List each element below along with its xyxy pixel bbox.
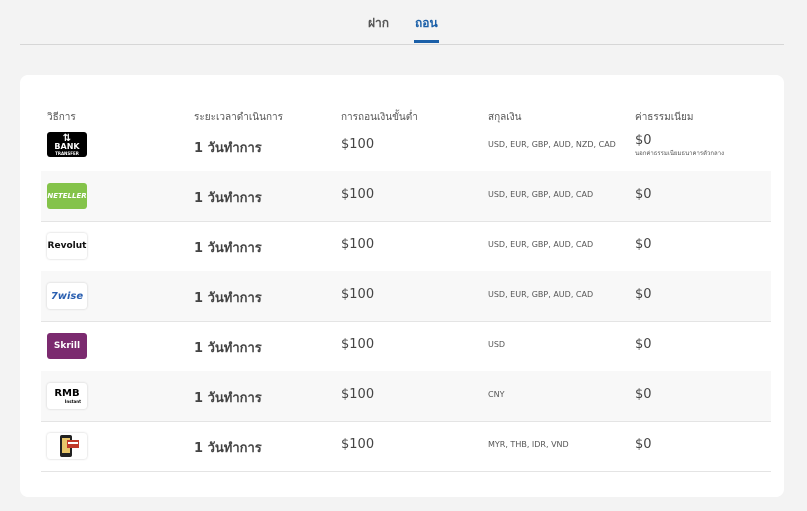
fee: $0 — [635, 187, 652, 202]
currencies: MYR, THB, IDR, VND — [488, 440, 569, 449]
min-withdrawal: $100 — [341, 437, 375, 452]
fee: $0 — [635, 337, 652, 352]
rmb-logo-text: RMB — [54, 387, 80, 399]
processing-time: 1 วันทำการ — [194, 391, 262, 406]
currencies: USD, EUR, GBP, AUD, NZD, CAD — [488, 140, 616, 149]
table-row: RMB Instant 1 วันทำการ $100 CNY $0 — [41, 371, 771, 422]
min-withdrawal: $100 — [341, 337, 375, 352]
min-withdrawal: $100 — [341, 187, 375, 202]
revolut-logo: Revolut — [47, 233, 87, 259]
processing-time: 1 วันทำการ — [194, 191, 262, 206]
wise-logo: 7wise — [47, 283, 87, 309]
currencies: CNY — [488, 390, 505, 399]
table-row: Revolut 1 วันทำการ $100 USD, EUR, GBP, A… — [41, 221, 771, 272]
table-row: NETELLER 1 วันทำการ $100 USD, EUR, GBP, … — [41, 171, 771, 222]
rmb-instant-logo: RMB Instant — [47, 383, 87, 409]
currencies: USD, EUR, GBP, AUD, CAD — [488, 190, 594, 199]
mobile-phone-icon — [60, 435, 79, 457]
tab-withdraw[interactable]: ถอน — [414, 14, 439, 43]
min-withdrawal: $100 — [341, 387, 375, 402]
bank-logo-subtext: TRANSFER — [55, 150, 79, 156]
tab-bar: ฝาก ถอน — [20, 0, 784, 45]
skrill-logo: Skrill — [47, 333, 87, 359]
table-row: ⇅ BANK TRANSFER 1 วันทำการ $100 USD, EUR… — [41, 121, 771, 172]
bank-logo-text: BANK — [54, 141, 80, 151]
tab-deposit[interactable]: ฝาก — [368, 14, 389, 43]
min-withdrawal: $100 — [341, 137, 375, 152]
fee: $0 — [635, 387, 652, 402]
min-withdrawal: $100 — [341, 237, 375, 252]
fee: $0 — [635, 287, 652, 302]
min-withdrawal: $100 — [341, 287, 375, 302]
withdrawal-methods-card: วิธีการ ระยะเวลาดำเนินการ การถอนเงินขั้น… — [20, 75, 784, 497]
fee: $0 — [635, 437, 652, 452]
table-row: Skrill 1 วันทำการ $100 USD $0 — [41, 321, 771, 372]
processing-time: 1 วันทำการ — [194, 141, 262, 156]
currencies: USD — [488, 340, 506, 349]
mobile-banking-logo — [47, 433, 87, 459]
processing-time: 1 วันทำการ — [194, 241, 262, 256]
currencies: USD, EUR, GBP, AUD, CAD — [488, 290, 594, 299]
fee: $0 — [635, 133, 652, 148]
fee: $0 — [635, 237, 652, 252]
table-row: 7wise 1 วันทำการ $100 USD, EUR, GBP, AUD… — [41, 271, 771, 322]
processing-time: 1 วันทำการ — [194, 291, 262, 306]
processing-time: 1 วันทำการ — [194, 341, 262, 356]
table-row: 1 วันทำการ $100 MYR, THB, IDR, VND $0 — [41, 421, 771, 472]
neteller-logo: NETELLER — [47, 183, 87, 209]
bank-transfer-logo: ⇅ BANK TRANSFER — [47, 132, 87, 157]
rmb-logo-subtext: Instant — [64, 398, 81, 404]
currencies: USD, EUR, GBP, AUD, CAD — [488, 240, 594, 249]
fee-note: นอกค่าธรรมเนียมธนาคารตัวกลาง — [635, 150, 725, 157]
processing-time: 1 วันทำการ — [194, 441, 262, 456]
